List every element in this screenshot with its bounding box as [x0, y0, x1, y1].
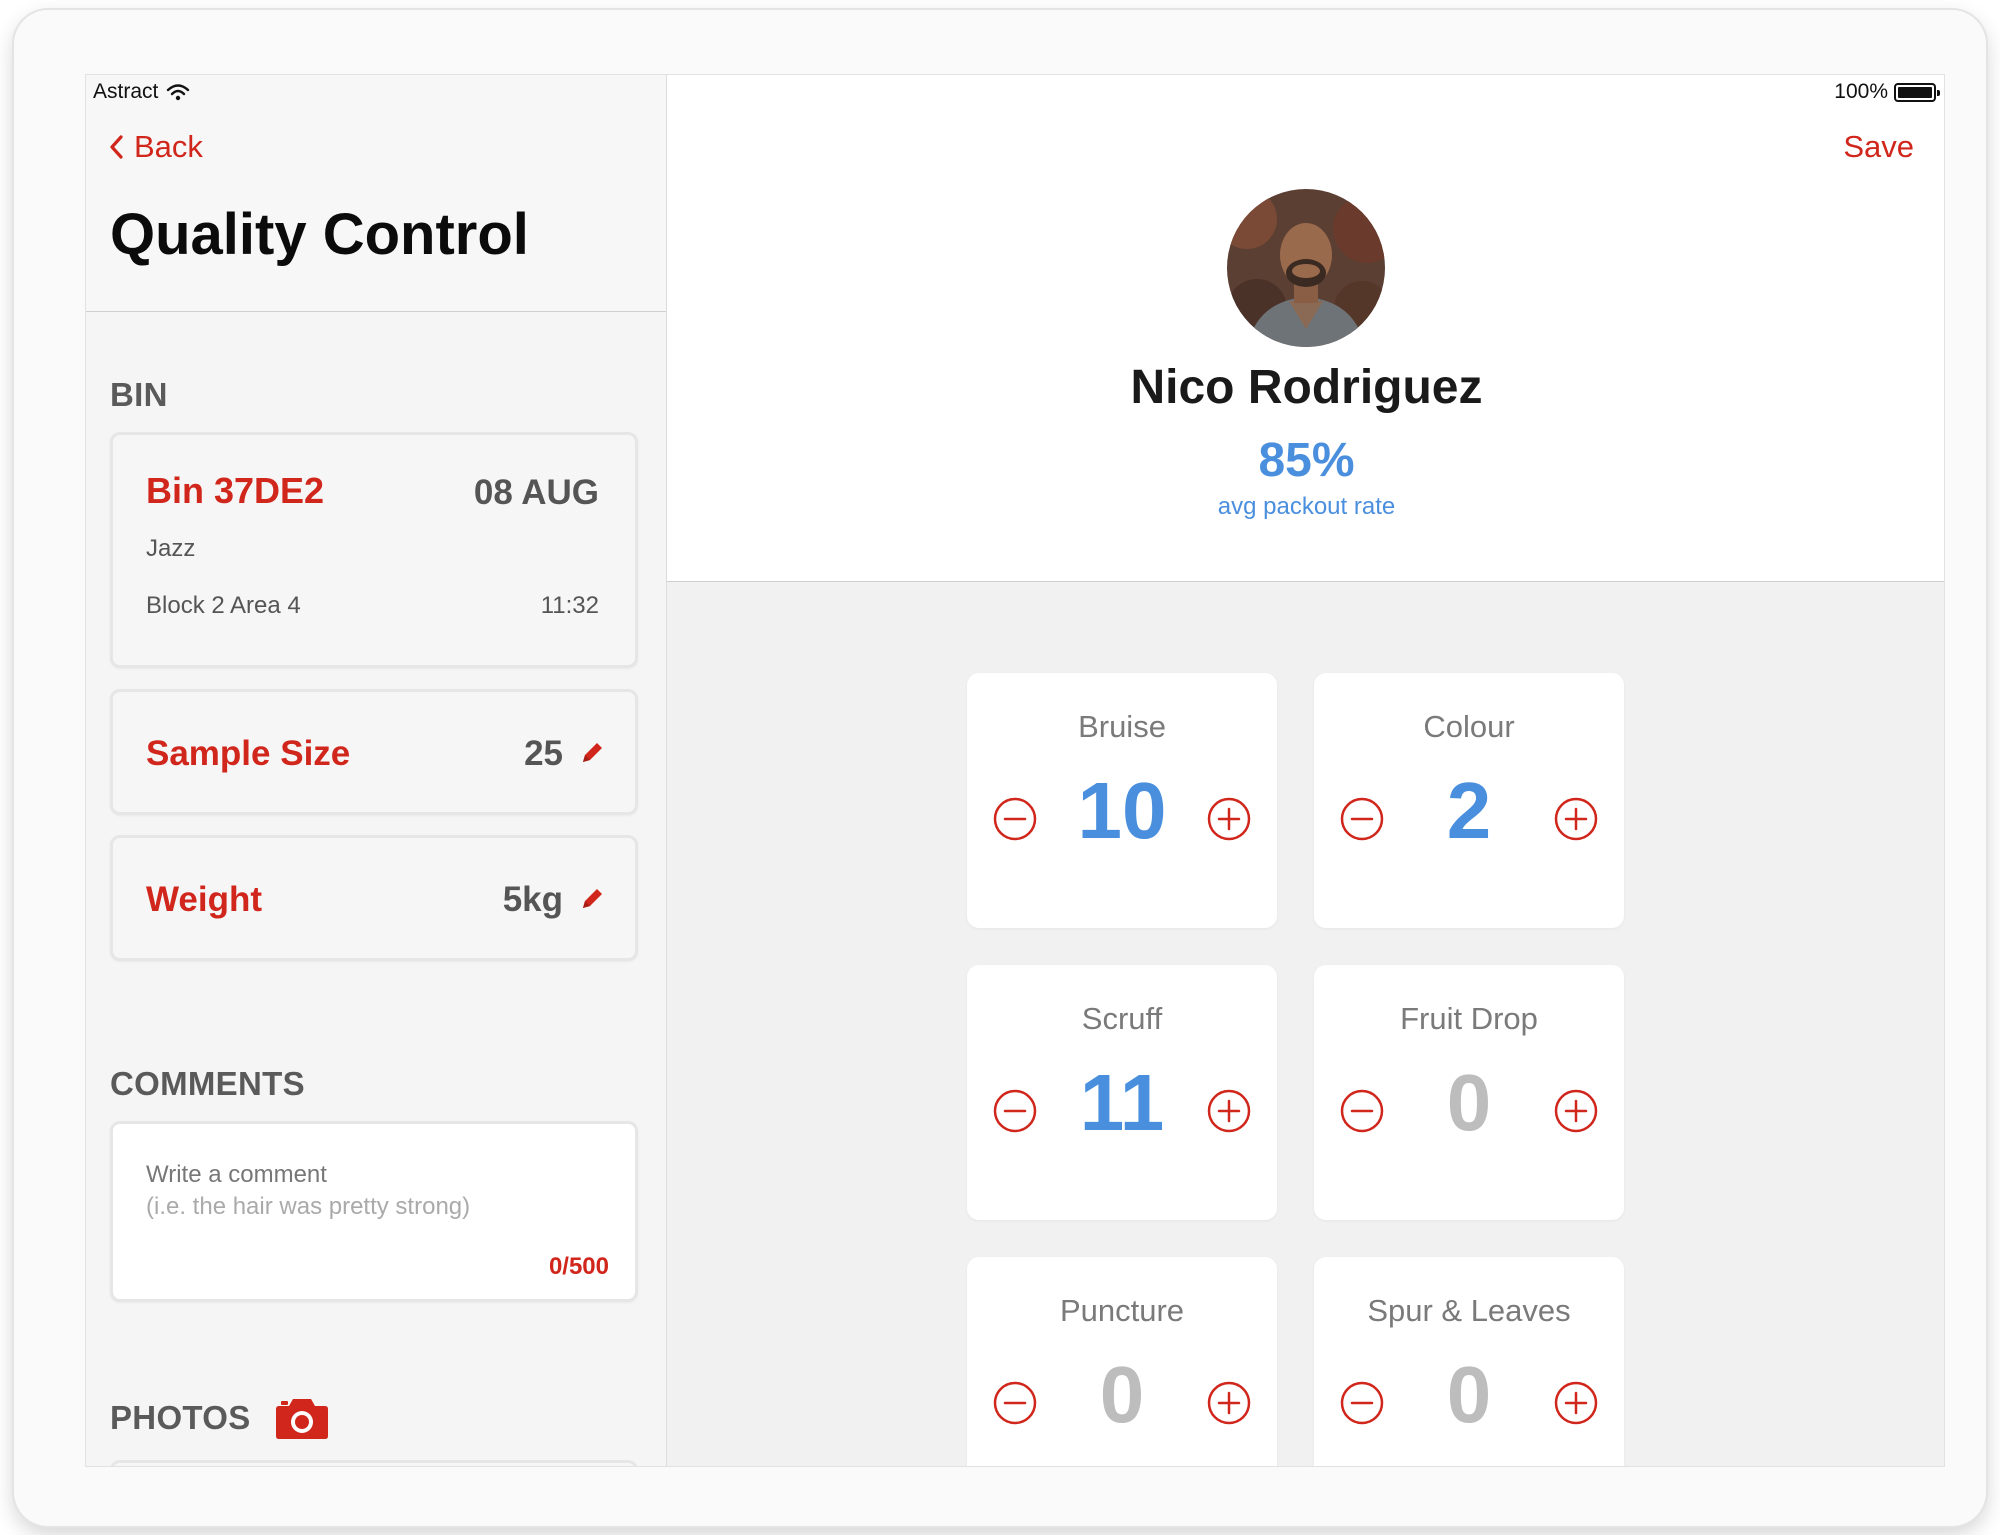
defect-count: 2 [1446, 766, 1492, 855]
back-button[interactable]: Back [108, 129, 203, 165]
defect-count: 0 [1446, 1058, 1492, 1147]
defect-name: Spur & Leaves [1367, 1293, 1571, 1328]
photos-header: PHOTOS [110, 1396, 329, 1440]
right-pane: 100% Save Nico Rodriguez 85% avg packout… [667, 75, 1944, 1466]
plus-circle-icon[interactable] [1207, 1089, 1251, 1133]
back-label: Back [134, 129, 203, 164]
picker-name: Nico Rodriguez [1130, 361, 1483, 414]
wifi-icon [167, 84, 190, 101]
weight-value: 5kg [502, 880, 563, 919]
minus-circle-icon[interactable] [1340, 1381, 1384, 1425]
minus-circle-icon[interactable] [993, 1381, 1037, 1425]
plus-circle-icon[interactable] [1554, 797, 1598, 841]
comment-char-count: 0/500 [548, 1253, 609, 1280]
comments-section-label: COMMENTS [110, 1065, 305, 1102]
minus-circle-icon[interactable] [993, 1089, 1037, 1133]
bin-location: Block 2 Area 4 [146, 592, 301, 619]
bin-section-label: BIN [110, 376, 168, 413]
carrier-name: Astract [93, 80, 159, 103]
comment-placeholder-hint: (i.e. the hair was pretty strong) [146, 1193, 471, 1220]
chevron-left-icon [110, 135, 123, 159]
pencil-icon[interactable] [579, 886, 605, 912]
defect-tile-fruit-drop: Fruit Drop 0 [1314, 965, 1624, 1220]
app-screen: Back Quality Control BIN Bin 37DE2 08 AU… [85, 74, 1945, 1467]
comment-input[interactable]: Write a comment (i.e. the hair was prett… [110, 1121, 638, 1302]
defect-name: Bruise [1078, 709, 1166, 744]
sample-size-row[interactable]: Sample Size 25 [110, 689, 638, 815]
minus-circle-icon[interactable] [993, 797, 1037, 841]
defect-count: 0 [1446, 1350, 1492, 1439]
defect-name: Scruff [1081, 1001, 1163, 1036]
photos-list [110, 1460, 638, 1466]
battery-icon [1894, 82, 1940, 102]
weight-row[interactable]: Weight 5kg [110, 835, 638, 961]
left-header: Back Quality Control [86, 75, 666, 312]
bin-variety: Jazz [146, 535, 196, 562]
comment-placeholder: Write a comment [146, 1161, 327, 1188]
status-bar-left: Astract [93, 77, 190, 107]
left-pane: Back Quality Control BIN Bin 37DE2 08 AU… [86, 75, 667, 1466]
defect-tile-colour: Colour 2 [1314, 673, 1624, 928]
defect-tile-puncture: Puncture 0 [967, 1257, 1277, 1466]
defect-tile-bruise: Bruise 10 [967, 673, 1277, 928]
defect-count: 11 [1079, 1058, 1165, 1147]
tablet-frame: Back Quality Control BIN Bin 37DE2 08 AU… [14, 10, 1986, 1526]
defect-name: Puncture [1059, 1293, 1185, 1328]
defect-count: 0 [1099, 1350, 1145, 1439]
weight-label: Weight [146, 880, 263, 919]
plus-circle-icon[interactable] [1207, 1381, 1251, 1425]
defect-tile-spur-leaves: Spur & Leaves 0 [1314, 1257, 1624, 1466]
status-bar-right: 100% [1834, 77, 1940, 107]
bin-time: 11:32 [540, 592, 599, 619]
sample-size-label: Sample Size [146, 734, 351, 773]
save-button[interactable]: Save [1843, 129, 1914, 165]
camera-icon[interactable] [275, 1396, 329, 1440]
minus-circle-icon[interactable] [1340, 1089, 1384, 1133]
avatar[interactable] [1227, 189, 1385, 347]
sample-size-value: 25 [524, 734, 563, 773]
page-title: Quality Control [110, 202, 529, 267]
defect-name: Fruit Drop [1400, 1001, 1538, 1036]
packout-rate-label: avg packout rate [1217, 493, 1396, 520]
plus-circle-icon[interactable] [1554, 1089, 1598, 1133]
defect-name: Colour [1423, 709, 1515, 744]
packout-rate: 85% [1258, 434, 1355, 487]
plus-circle-icon[interactable] [1207, 797, 1251, 841]
defect-count: 10 [1077, 766, 1167, 855]
bin-card: Bin 37DE2 08 AUG Jazz Block 2 Area 4 11:… [110, 432, 638, 668]
minus-circle-icon[interactable] [1340, 797, 1384, 841]
pencil-icon[interactable] [579, 740, 605, 766]
defect-tile-scruff: Scruff 11 [967, 965, 1277, 1220]
bin-name: Bin 37DE2 [146, 470, 325, 511]
battery-percentage: 100% [1834, 80, 1888, 103]
picker-header: Save Nico Rodriguez 85% avg packout rate [667, 75, 1944, 582]
photos-section-label: PHOTOS [110, 1399, 251, 1436]
plus-circle-icon[interactable] [1554, 1381, 1598, 1425]
bin-date: 08 AUG [473, 473, 599, 512]
